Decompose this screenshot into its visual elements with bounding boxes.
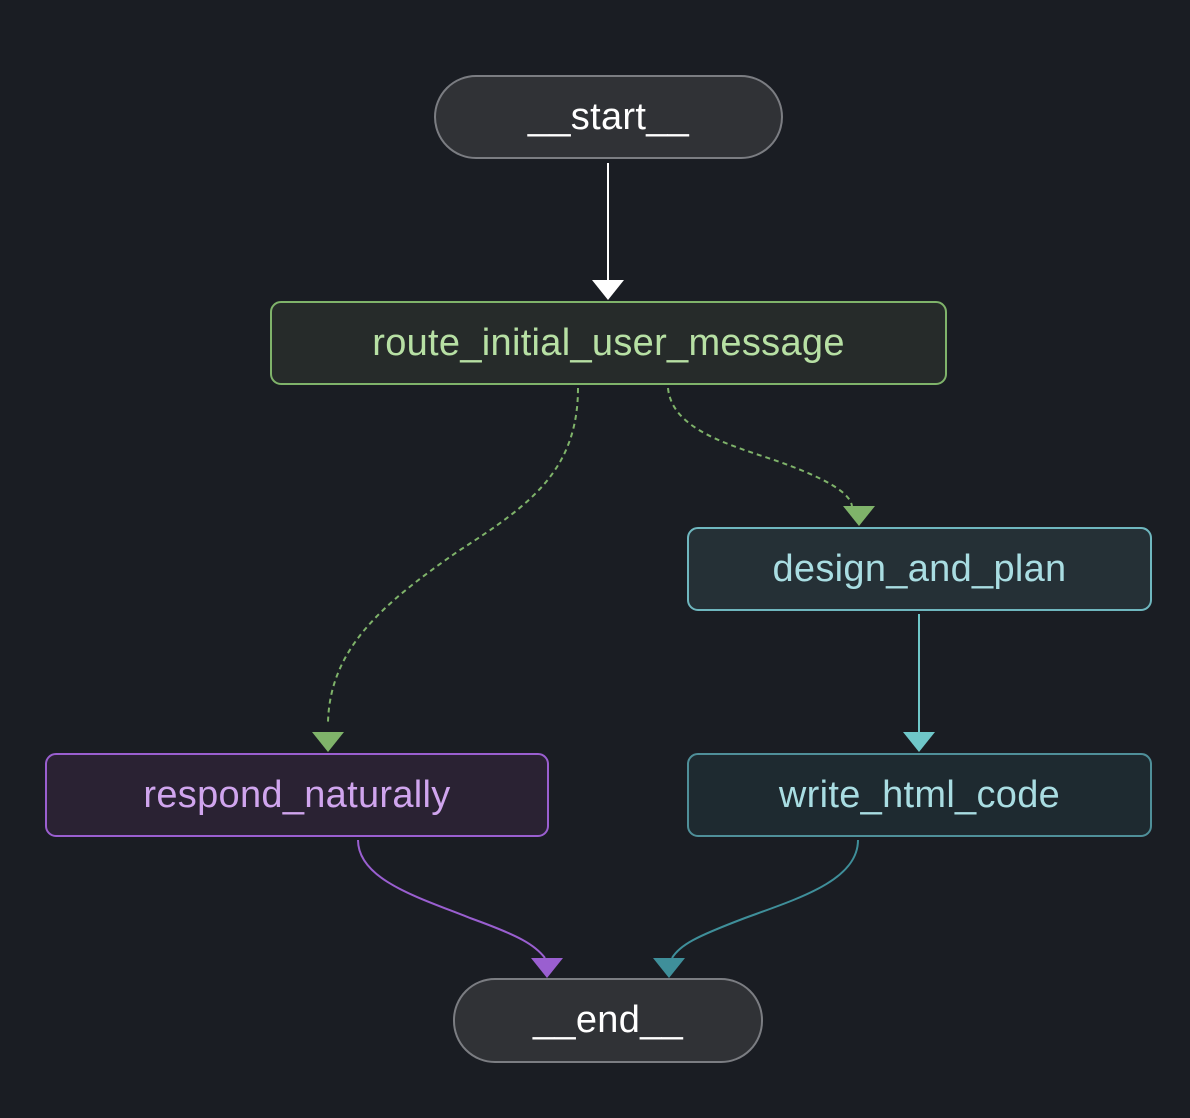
node-design-and-plan[interactable]: design_and_plan	[687, 527, 1152, 611]
node-route-label: route_initial_user_message	[372, 321, 845, 364]
node-start-label: __start__	[527, 95, 690, 138]
node-end-label: __end__	[532, 999, 684, 1041]
node-design-label: design_and_plan	[772, 547, 1067, 590]
edge-write-to-end	[653, 839, 859, 978]
edge-design-to-write	[903, 614, 935, 752]
edge-route-to-design	[667, 387, 875, 526]
node-route-initial-user-message[interactable]: route_initial_user_message	[270, 301, 947, 385]
node-write-html-code[interactable]: write_html_code	[687, 753, 1152, 837]
edge-route-to-respond	[312, 387, 579, 752]
node-write-label: write_html_code	[778, 773, 1061, 816]
node-respond-label: respond_naturally	[143, 773, 451, 816]
node-start[interactable]: __start__	[434, 75, 783, 159]
edge-respond-to-end	[357, 839, 563, 978]
node-end[interactable]: __end__	[453, 978, 763, 1063]
edge-start-to-route	[592, 163, 624, 300]
node-respond-naturally[interactable]: respond_naturally	[45, 753, 549, 837]
